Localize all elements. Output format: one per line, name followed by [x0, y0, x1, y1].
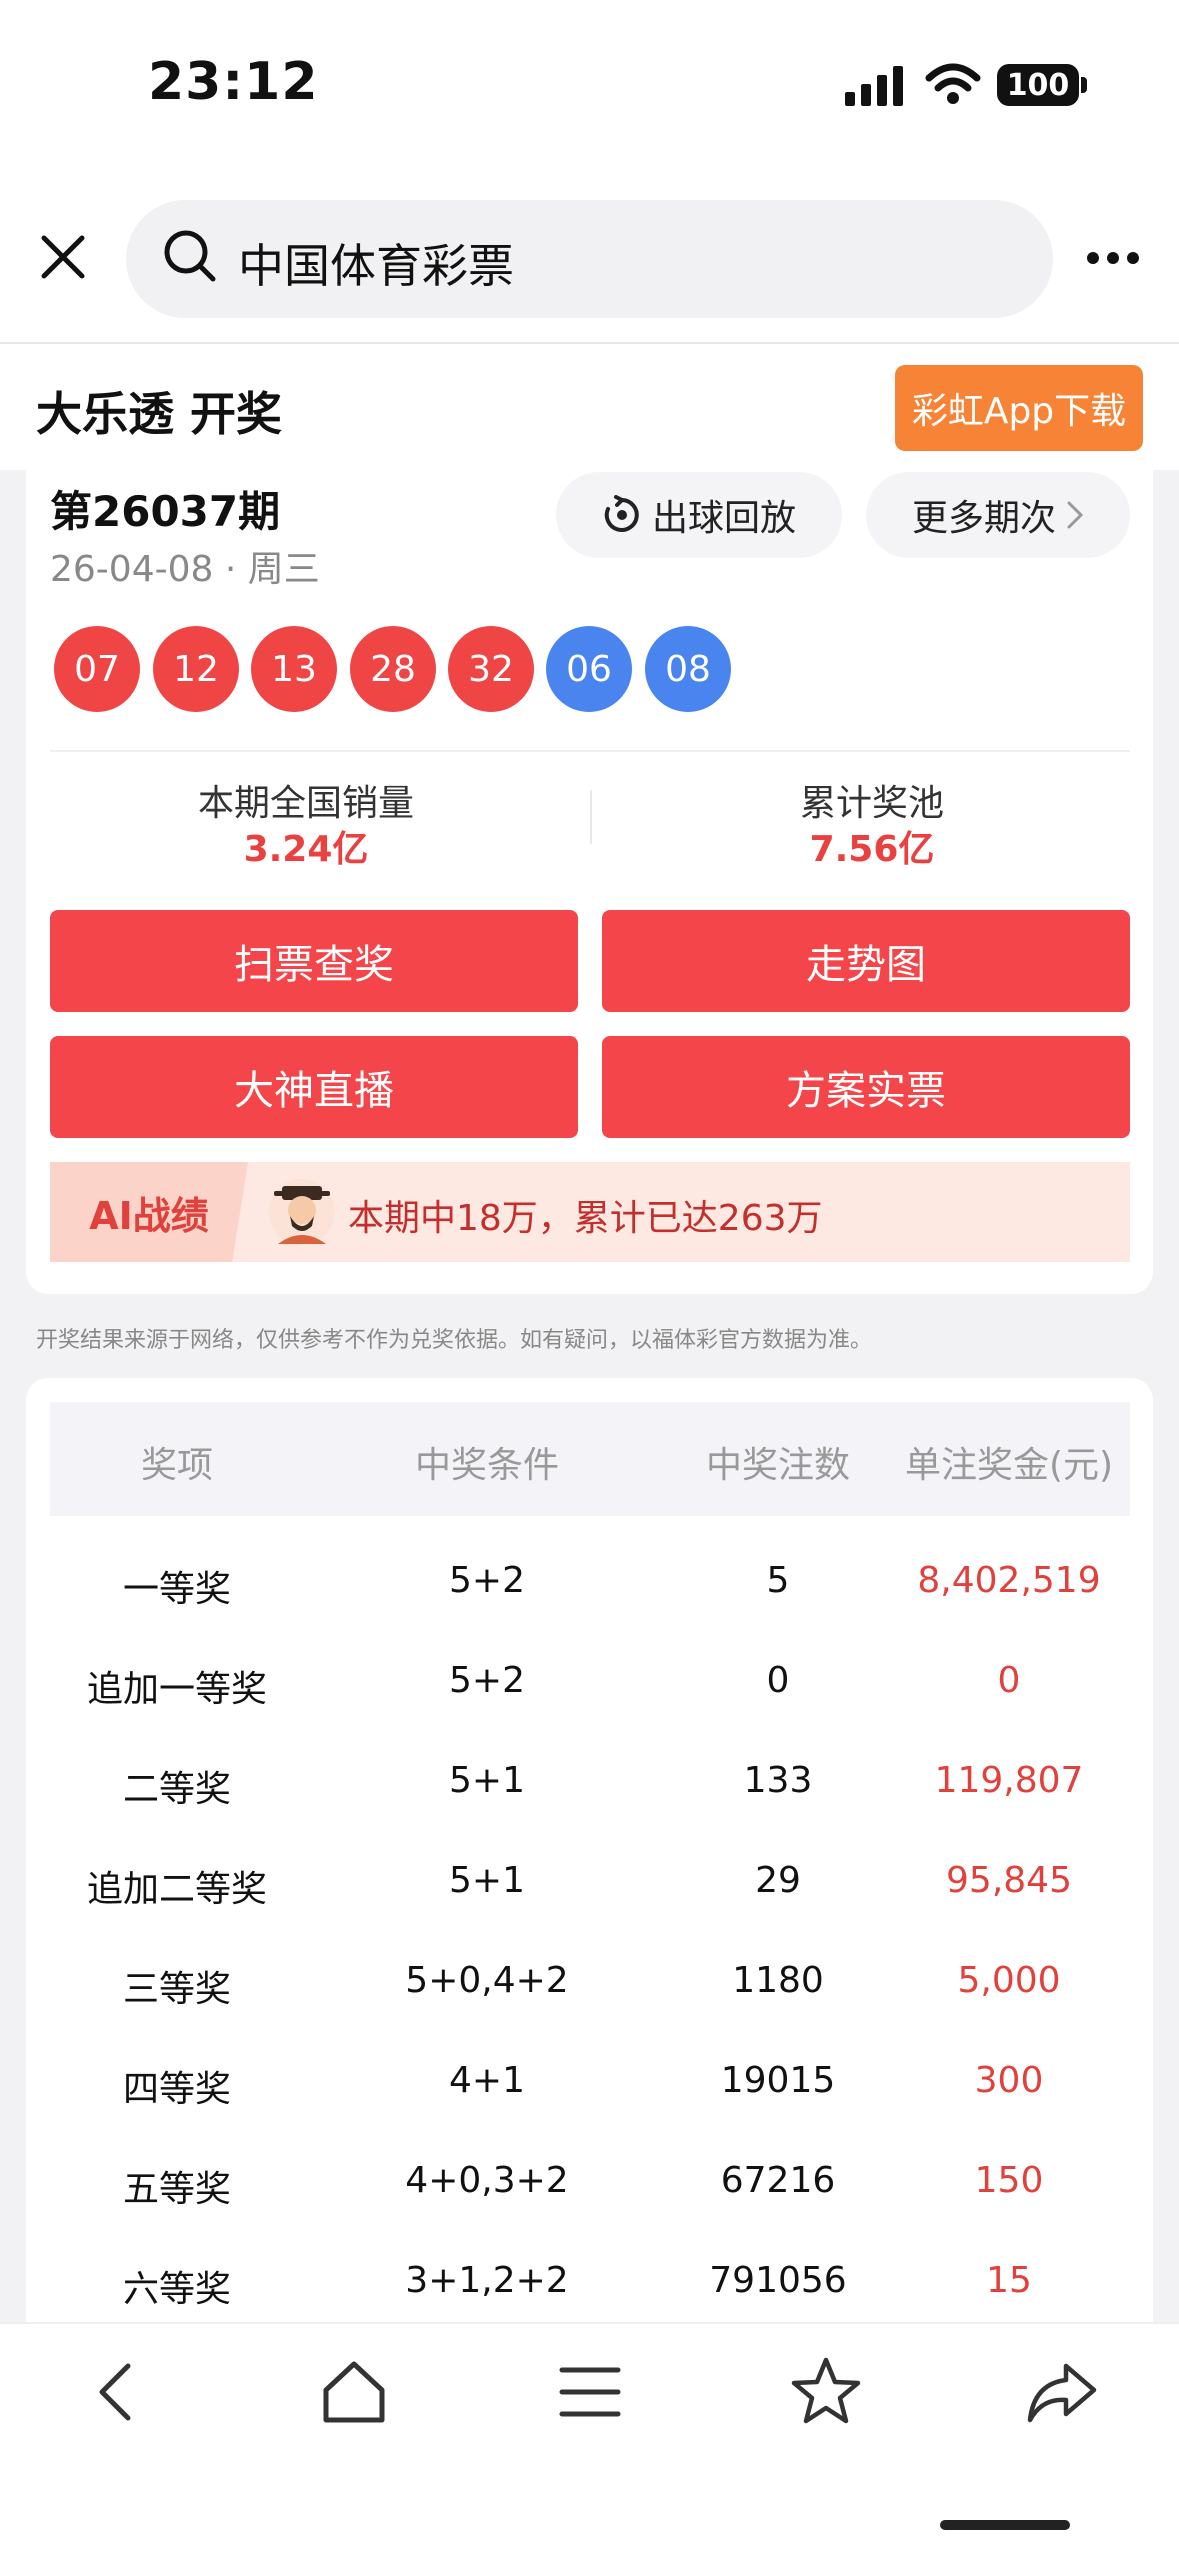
more-issues-button[interactable]: 更多期次: [866, 472, 1130, 558]
battery-icon: 100: [997, 64, 1079, 106]
prize-count: 0: [766, 1660, 790, 1701]
prize-amount: 8,402,519: [917, 1560, 1101, 1601]
prize-name: 五等奖: [122, 2169, 231, 2210]
red-ball: 32: [448, 626, 534, 712]
app-download-button[interactable]: 彩虹App下载: [895, 365, 1143, 451]
issue-date: 26-04-08 · 周三: [50, 549, 320, 590]
battery-cap: [1081, 77, 1087, 93]
share-icon[interactable]: [1024, 2354, 1100, 2430]
more-icon[interactable]: [1085, 250, 1141, 266]
prize-count: 67216: [720, 2160, 836, 2201]
more-issues-label: 更多期次: [911, 498, 1056, 539]
prize-amount: 119,807: [934, 1760, 1084, 1801]
ai-record-text: 本期中18万，累计已达263万: [348, 1198, 823, 1239]
replay-label: 出球回放: [651, 498, 796, 539]
search-icon: [164, 230, 216, 282]
pool-value: 7.56亿: [809, 829, 935, 870]
red-ball: 07: [54, 626, 140, 712]
status-time: 23:12: [148, 52, 319, 112]
prize-name: 追加二等奖: [86, 1869, 267, 1910]
prize-name: 六等奖: [122, 2269, 231, 2310]
column-header-condition: 中奖条件: [414, 1445, 559, 1486]
blue-ball: 08: [645, 626, 731, 712]
close-icon[interactable]: [38, 232, 88, 282]
scan-ticket-button[interactable]: 扫票查奖: [50, 910, 578, 1012]
prize-condition: 5+1: [449, 1760, 525, 1801]
wifi-icon: [925, 63, 981, 104]
prize-count: 791056: [709, 2260, 847, 2301]
red-ball: 12: [153, 626, 239, 712]
sales-value: 3.24亿: [243, 829, 369, 870]
menu-icon[interactable]: [552, 2354, 628, 2430]
prize-condition: 5+1: [449, 1860, 525, 1901]
prize-count: 5: [766, 1560, 790, 1601]
column-header-amount: 单注奖金(元): [904, 1445, 1114, 1486]
signal-icon: [845, 66, 903, 106]
prize-count: 1180: [732, 1960, 824, 2001]
home-indicator: [940, 2520, 1070, 2530]
ai-tag: AI战绩: [50, 1162, 248, 1262]
red-ball: 28: [350, 626, 436, 712]
prize-condition: 4+0,3+2: [405, 2160, 569, 2201]
search-query[interactable]: 中国体育彩票: [238, 230, 514, 296]
plan-ticket-button[interactable]: 方案实票: [602, 1036, 1130, 1138]
column-header-prize: 奖项: [140, 1445, 213, 1486]
prize-count: 29: [755, 1860, 801, 1901]
column-header-count: 中奖注数: [705, 1445, 850, 1486]
prize-amount: 300: [974, 2060, 1044, 2101]
replay-icon: [604, 495, 639, 532]
prize-amount: 95,845: [946, 1860, 1072, 1901]
disclaimer: 开奖结果来源于网络，仅供参考不作为兑奖依据。如有疑问，以福体彩官方数据为准。: [36, 1328, 873, 1353]
prize-amount: 0: [997, 1660, 1021, 1701]
page-title: 大乐透 开奖: [36, 387, 283, 441]
expert-live-button[interactable]: 大神直播: [50, 1036, 578, 1138]
prize-condition: 5+2: [449, 1560, 525, 1601]
avatar: [269, 1179, 335, 1245]
stat-divider: [590, 790, 592, 844]
prize-name: 追加一等奖: [86, 1669, 267, 1710]
prize-condition: 3+1,2+2: [405, 2260, 569, 2301]
back-icon[interactable]: [80, 2354, 156, 2430]
pool-label: 累计奖池: [799, 783, 944, 824]
replay-button[interactable]: 出球回放: [556, 472, 842, 558]
prize-amount: 15: [986, 2260, 1032, 2301]
prize-name: 四等奖: [122, 2069, 231, 2110]
trend-chart-button[interactable]: 走势图: [602, 910, 1130, 1012]
red-ball: 13: [251, 626, 337, 712]
prize-condition: 5+0,4+2: [405, 1960, 569, 2001]
battery-level: 100: [1006, 67, 1070, 103]
prize-name: 三等奖: [122, 1969, 231, 2010]
prize-amount: 150: [974, 2160, 1044, 2201]
chevron-right-icon: [1067, 501, 1084, 529]
prize-name: 一等奖: [122, 1569, 231, 1610]
prize-count: 19015: [720, 2060, 836, 2101]
issue-title: 第26037期: [50, 487, 281, 536]
prize-amount: 5,000: [957, 1960, 1061, 2001]
prize-condition: 4+1: [449, 2060, 525, 2101]
prize-condition: 5+2: [449, 1660, 525, 1701]
star-icon[interactable]: [788, 2354, 864, 2430]
card-separator: [50, 750, 1130, 752]
home-icon[interactable]: [316, 2354, 392, 2430]
prize-name: 二等奖: [122, 1769, 231, 1810]
sales-label: 本期全国销量: [197, 783, 414, 824]
prize-count: 133: [743, 1760, 813, 1801]
blue-ball: 06: [546, 626, 632, 712]
